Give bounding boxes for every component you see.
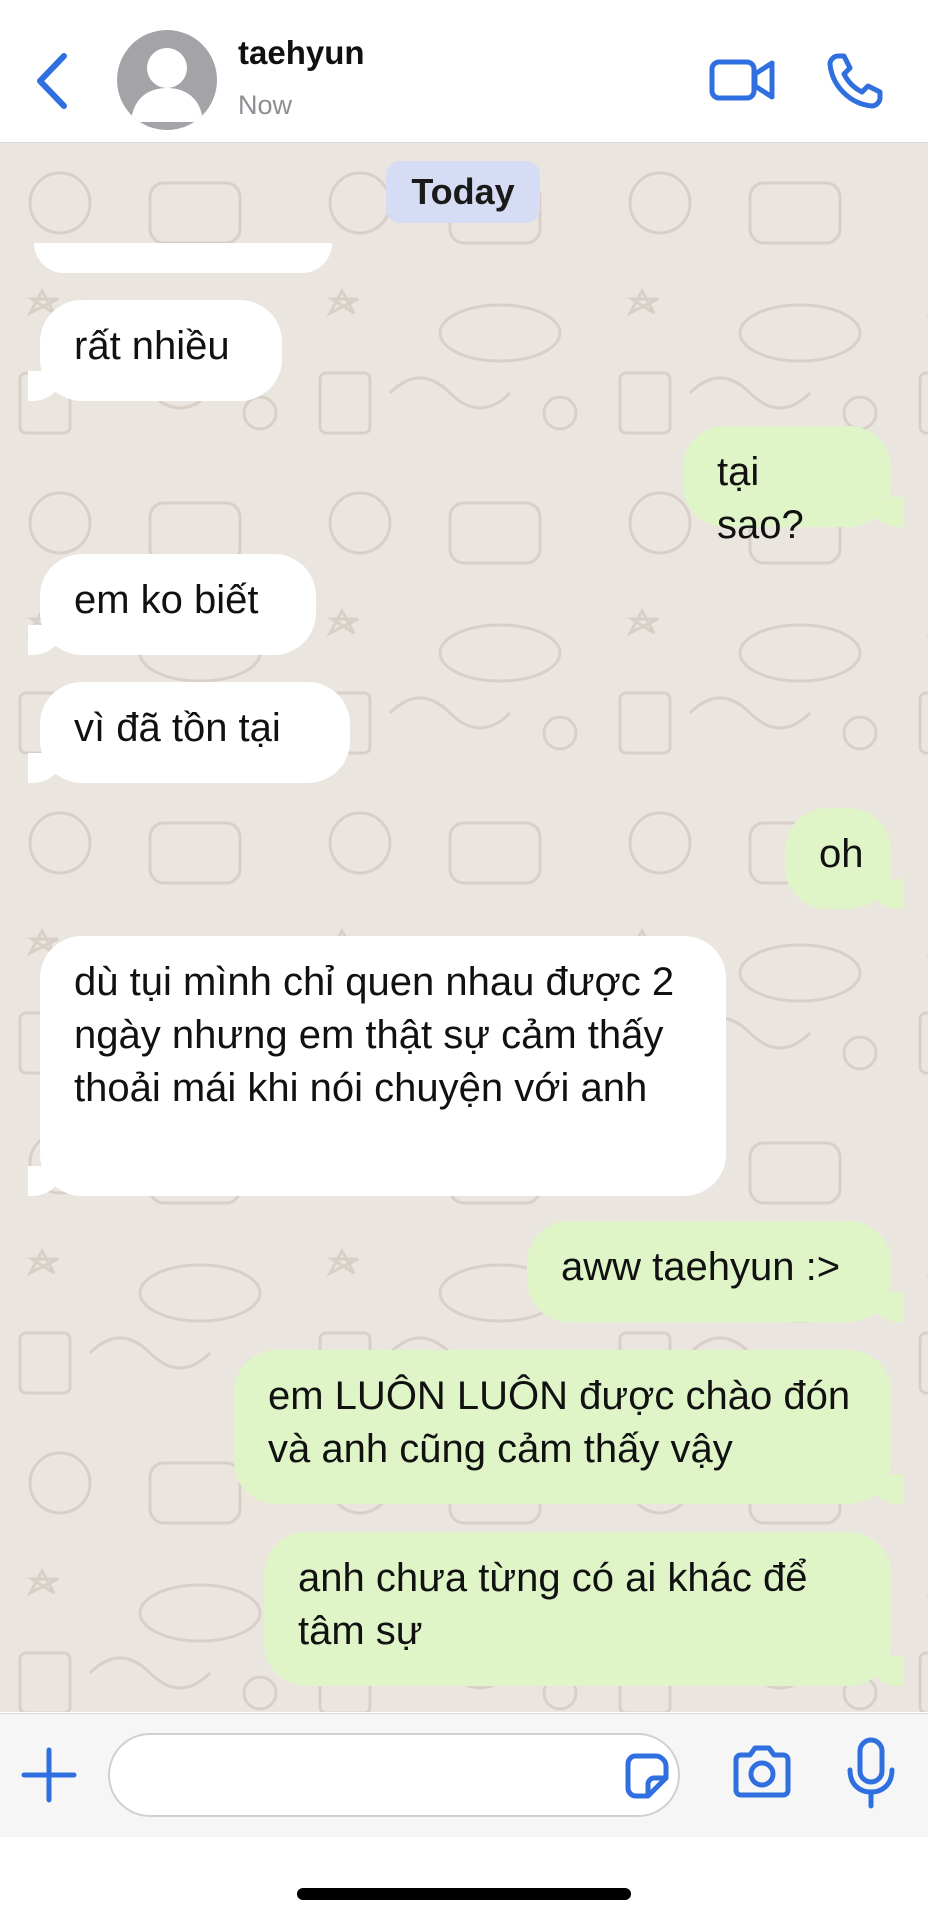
sticker-icon xyxy=(625,1753,669,1799)
message-bubble-incoming[interactable]: em ko biết xyxy=(28,554,316,655)
camera-icon xyxy=(733,1745,791,1798)
back-chevron-icon xyxy=(37,53,67,109)
microphone-icon xyxy=(847,1737,895,1809)
voice-call-button[interactable] xyxy=(826,50,886,110)
avatar[interactable] xyxy=(117,30,217,130)
phone-icon xyxy=(827,53,883,109)
message-bubble-outgoing[interactable]: aww taehyun :> xyxy=(527,1221,903,1322)
attach-button[interactable] xyxy=(20,1740,78,1810)
plus-icon xyxy=(21,1747,77,1803)
date-separator: Today xyxy=(386,161,540,223)
back-button[interactable] xyxy=(28,46,78,116)
contact-status: Now xyxy=(238,90,293,120)
message-bubble-outgoing[interactable]: anh chưa từng có ai khác để tâm sự xyxy=(264,1532,903,1686)
message-bubble-partial xyxy=(34,243,332,273)
message-bubble-outgoing[interactable]: oh xyxy=(785,808,903,909)
home-indicator[interactable] xyxy=(297,1888,631,1900)
message-bubble-outgoing[interactable]: em LUÔN LUÔN được chào đón và anh cũng c… xyxy=(234,1350,903,1504)
contact-name[interactable]: taehyun xyxy=(238,34,365,72)
chat-area[interactable]: Today rất nhiều tại sao? em ko biết vì đ… xyxy=(0,143,928,1712)
message-bubble-incoming[interactable]: vì đã tồn tại xyxy=(28,682,350,783)
message-field[interactable] xyxy=(108,1733,680,1817)
video-call-button[interactable] xyxy=(708,50,778,110)
message-bubble-incoming[interactable]: rất nhiều xyxy=(28,300,282,401)
avatar-person-icon xyxy=(131,48,203,122)
microphone-button[interactable] xyxy=(845,1736,897,1812)
chat-header: taehyun Now xyxy=(0,0,928,143)
message-bubble-incoming[interactable]: dù tụi mình chỉ quen nhau được 2 ngày nh… xyxy=(28,936,726,1196)
sticker-button[interactable] xyxy=(620,1750,672,1802)
camera-button[interactable] xyxy=(730,1742,794,1802)
message-composer xyxy=(0,1713,928,1837)
message-input[interactable] xyxy=(134,1745,598,1807)
message-bubble-outgoing[interactable]: tại sao? xyxy=(683,426,903,547)
video-camera-icon xyxy=(709,59,775,101)
